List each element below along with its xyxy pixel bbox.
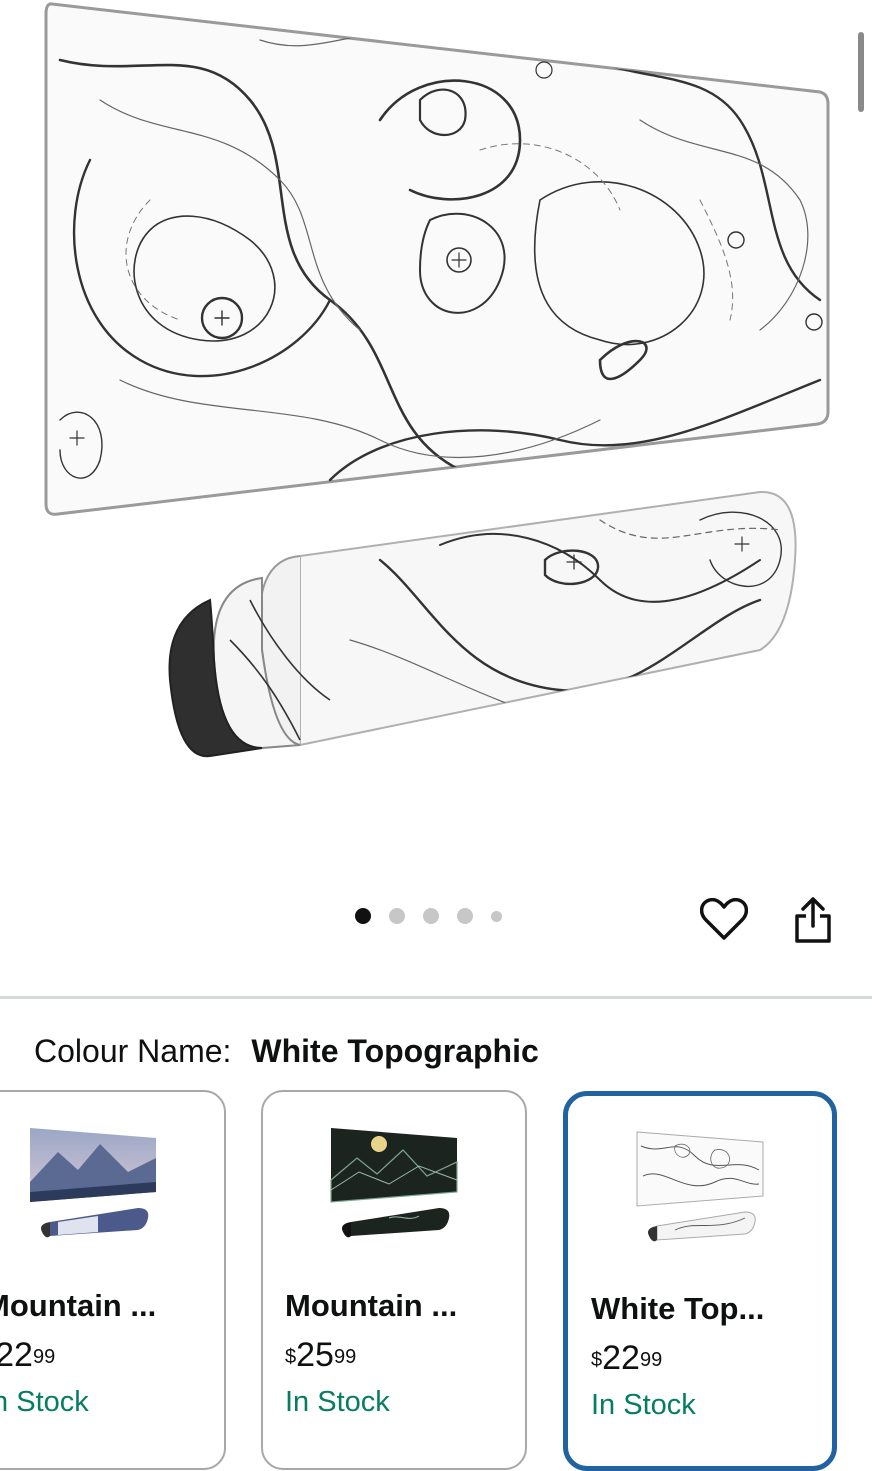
carousel-dot-3[interactable] xyxy=(423,908,439,924)
variant-card-white-topographic[interactable]: White Top... $2299 In Stock xyxy=(563,1091,837,1471)
carousel-dot-2[interactable] xyxy=(389,908,405,924)
colour-name-row: Colour Name: White Topographic xyxy=(34,1031,539,1071)
variant-price: $2599 xyxy=(285,1336,357,1374)
colour-name-value: White Topographic xyxy=(251,1033,539,1069)
carousel-dot-4[interactable] xyxy=(457,908,473,924)
image-carousel-dots xyxy=(355,908,502,924)
variant-name: Mountain ... xyxy=(285,1288,458,1323)
product-image[interactable] xyxy=(0,0,872,880)
favourite-button[interactable] xyxy=(697,893,751,947)
topographic-mousepad-illustration xyxy=(44,2,830,758)
variant-stock-status: In Stock xyxy=(0,1386,89,1418)
variant-name: White Top... xyxy=(591,1291,765,1326)
colour-name-label: Colour Name: xyxy=(34,1033,232,1069)
share-button[interactable] xyxy=(786,893,840,947)
carousel-dot-1[interactable] xyxy=(355,908,371,924)
mountain-night-thumbnail xyxy=(330,1128,458,1238)
variant-price: $2299 xyxy=(591,1339,663,1377)
variant-price: $2299 xyxy=(0,1336,56,1374)
variant-card-mountain-night[interactable]: Mountain ... $2599 In Stock xyxy=(261,1090,527,1470)
variant-stock-status: In Stock xyxy=(591,1389,696,1421)
mountain-blue-thumbnail xyxy=(30,1128,156,1238)
variant-stock-status: In Stock xyxy=(285,1386,390,1418)
white-topographic-thumbnail xyxy=(636,1131,764,1242)
share-icon xyxy=(795,897,831,943)
scrollbar[interactable] xyxy=(858,32,864,112)
section-divider xyxy=(0,996,872,999)
variant-card-mountain-blue[interactable]: Mountain ... $2299 In Stock xyxy=(0,1090,226,1470)
variant-name: Mountain ... xyxy=(0,1288,157,1323)
heart-outline-icon xyxy=(700,898,748,940)
carousel-dot-5[interactable] xyxy=(491,910,502,922)
